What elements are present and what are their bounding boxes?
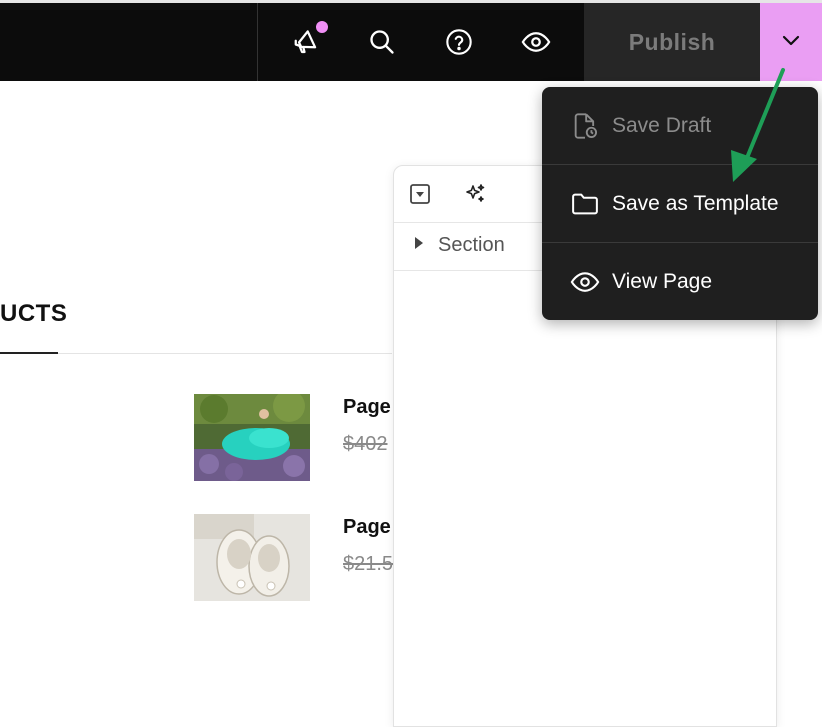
section-label: Section xyxy=(438,234,505,256)
notification-badge xyxy=(316,21,328,33)
menu-item-save-draft[interactable]: Save Draft xyxy=(542,87,818,164)
caret-right-icon xyxy=(414,236,424,255)
search-icon[interactable] xyxy=(365,25,399,59)
publish-label: Publish xyxy=(628,28,716,55)
sparkles-icon[interactable] xyxy=(463,182,487,211)
eye-icon[interactable] xyxy=(519,25,553,59)
publish-button[interactable]: Publish xyxy=(584,3,760,81)
section-tree-item[interactable]: Section xyxy=(414,234,505,257)
menu-item-save-as-template[interactable]: Save as Template xyxy=(542,165,818,242)
publish-options-toggle[interactable] xyxy=(760,3,822,81)
eye-icon xyxy=(570,267,600,297)
heading-underline xyxy=(0,352,58,354)
heading-divider xyxy=(0,353,392,354)
top-toolbar: Publish xyxy=(0,0,822,81)
product-image-dress[interactable] xyxy=(194,394,310,481)
menu-item-label: Save as Template xyxy=(612,191,779,215)
product-title[interactable]: Page xyxy=(343,396,391,419)
folder-icon xyxy=(570,189,600,219)
product-image-shoes[interactable] xyxy=(194,514,310,601)
product-title[interactable]: Page xyxy=(343,516,391,539)
file-clock-icon xyxy=(570,111,600,141)
product-price: $402 xyxy=(343,433,388,455)
toolbar-divider xyxy=(257,3,258,81)
menu-item-view-page[interactable]: View Page xyxy=(542,243,818,320)
menu-item-label: View Page xyxy=(612,269,713,293)
publish-options-menu: Save Draft Save as Template View Page xyxy=(542,87,818,320)
dropdown-box-icon[interactable] xyxy=(409,183,431,210)
menu-item-label: Save Draft xyxy=(612,113,712,137)
chevron-down-icon xyxy=(779,28,803,57)
help-icon[interactable] xyxy=(442,25,476,59)
products-heading: UCTS xyxy=(0,300,68,327)
product-price: $21.5 xyxy=(343,553,394,575)
